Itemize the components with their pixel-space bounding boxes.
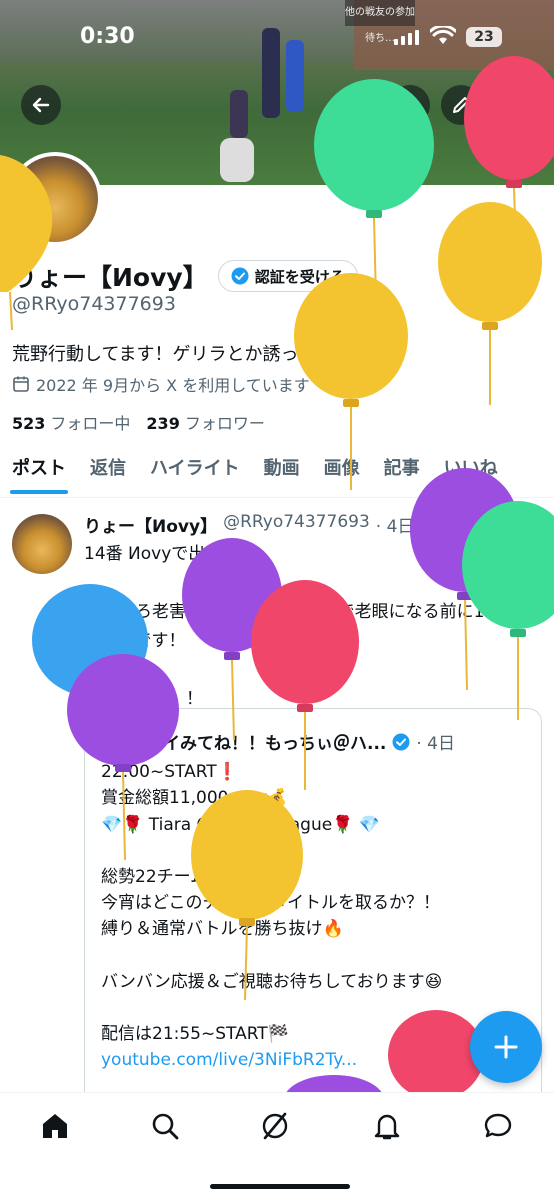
tab-posts[interactable]: ポスト [0, 446, 78, 498]
tab-highlights[interactable]: ハイライト [138, 446, 252, 498]
quote-line: バンバン応援＆ご視聴お待ちしております😆 [101, 971, 443, 992]
quote-line: 配信は21:55~START🏁 [101, 1024, 289, 1045]
plus-icon [494, 1035, 518, 1059]
back-arrow-icon [32, 97, 50, 113]
get-verified-label: 認証を受ける [254, 267, 345, 286]
profile-bio: 荒野行動してます！ゲリラとか誘ってください。 [12, 344, 406, 365]
following-label: フォロー中 [50, 414, 131, 433]
quote-author-name: 固ツイみてね！！もっちぃ＠ハ... [129, 734, 387, 754]
search-button[interactable] [390, 85, 430, 125]
battery-indicator: 23 [466, 27, 502, 47]
quote-line [101, 943, 531, 969]
youtube-link[interactable]: youtube.com/live/3NiFbR2Ty... [101, 1047, 531, 1073]
tab-likes[interactable]: いいね [432, 446, 510, 498]
tab-videos[interactable]: 動画 [252, 446, 312, 498]
edit-button[interactable] [441, 85, 481, 125]
quote-time: · 4日 [416, 734, 455, 754]
signal-icon [394, 30, 419, 45]
post-line: そろそろ老害の域に入ってきたので老眼になる前に1キルはしたいです！ [84, 602, 536, 651]
status-bar: 0:30 23 [0, 0, 554, 76]
edit-icon [453, 97, 469, 113]
share-button[interactable] [492, 85, 532, 125]
post-author-name[interactable]: りょー【Иovy】 [84, 512, 217, 537]
quote-line: 総勢22チーム🔥 [101, 866, 229, 887]
follow-stats: 523 フォロー中 239 フォロワー [12, 410, 265, 434]
get-verified-button[interactable]: 認証を受ける [217, 260, 358, 292]
quote-text: 22:00~START❗ 賞金総額11,000over💰 💎🌹 Tiara On… [101, 759, 531, 1074]
grok-nav-icon[interactable] [260, 1111, 290, 1141]
post-header: りょー【Иovy】 @RRyo74377693 · 4日 [84, 512, 414, 537]
quote-line: 縛り＆通常バトルを勝ち抜け🔥 [101, 919, 344, 940]
tab-articles[interactable]: 記事 [372, 446, 432, 498]
verified-badge-icon [392, 733, 410, 750]
joined-text: 2022 年 9月から X を利用しています [36, 376, 310, 395]
quote-line [101, 838, 531, 864]
following-link[interactable]: 523 フォロー中 [12, 410, 130, 434]
compose-button[interactable] [470, 1011, 542, 1083]
post-text: 14番 Иovyで出ます！ そろそろ老害の域に入ってきたので老眼になる前に1キル… [84, 540, 544, 714]
quote-line: 22:00~START❗ [101, 762, 238, 782]
verified-badge-icon [231, 267, 249, 285]
profile-tabs: ポスト 返信 ハイライト 動画 画像 記事 いいね [0, 446, 554, 498]
post-line: 14番 Иovyで出ます！ [84, 544, 257, 564]
home-indicator [210, 1184, 350, 1189]
profile-handle: @RRyo74377693 [12, 293, 176, 315]
messages-icon[interactable] [483, 1111, 513, 1141]
wifi-icon [430, 26, 456, 44]
followers-count: 239 [146, 414, 180, 433]
post-time: · 4日 [375, 517, 415, 537]
post-author-handle: @RRyo74377693 [223, 512, 370, 532]
status-time: 0:30 [80, 24, 135, 49]
tab-images[interactable]: 画像 [312, 446, 372, 498]
profile-avatar[interactable] [8, 152, 102, 246]
quote-line: 賞金総額11,000over💰 [101, 788, 288, 809]
quote-line: 今宵はどこのチームがタイトルを取るか？！ [101, 893, 440, 914]
back-button[interactable] [21, 85, 61, 125]
profile-name-row: りょー【Иovy】 認証を受ける [12, 258, 358, 294]
share-icon [504, 96, 520, 113]
post-line [84, 569, 544, 598]
followers-link[interactable]: 239 フォロワー [146, 410, 264, 434]
quote-avatar [101, 730, 123, 753]
quote-header: 固ツイみてね！！もっちぃ＠ハ... · 4日 [101, 729, 455, 754]
quote-line: 💎🌹 Tiara OneDay League🌹 💎 [101, 814, 380, 835]
followers-label: フォロワー [184, 414, 265, 433]
grok-icon[interactable] [520, 512, 540, 537]
calendar-icon [13, 376, 29, 392]
post-line [84, 656, 544, 685]
search-icon [401, 96, 420, 115]
bell-icon[interactable] [372, 1111, 402, 1141]
home-icon[interactable] [40, 1111, 70, 1141]
following-count: 523 [12, 414, 46, 433]
grok-icon-svg [522, 514, 538, 530]
balloon-yellow [438, 202, 542, 405]
explore-icon[interactable] [150, 1111, 180, 1141]
banner-figure [230, 90, 248, 138]
banner-figure [220, 138, 254, 182]
tab-replies[interactable]: 返信 [78, 446, 138, 498]
joined-date: 2022 年 9月から X を利用しています [12, 372, 310, 396]
post-avatar[interactable] [12, 514, 72, 574]
display-name: りょー【Иovy】 [12, 263, 208, 292]
quote-line [101, 995, 531, 1021]
